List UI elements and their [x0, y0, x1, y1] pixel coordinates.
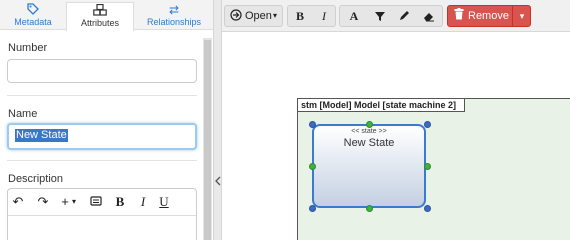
panel-scrollbar[interactable] [203, 38, 212, 240]
connect-handle[interactable] [366, 121, 373, 128]
resize-handle[interactable] [309, 121, 316, 128]
tab-metadata[interactable]: Metadata [2, 2, 64, 30]
diagram-toolbar: Open ▾ B I A Remove ▾ [222, 0, 570, 32]
description-editor[interactable]: ↶ ↷ + ▾ B I U [7, 188, 197, 240]
description-label: Description [8, 173, 64, 185]
eraser-icon[interactable] [417, 6, 441, 26]
name-label: Name [8, 108, 38, 120]
state-name: New State [343, 137, 395, 149]
panel-splitter[interactable] [213, 0, 222, 240]
resize-handle[interactable] [309, 205, 316, 212]
trash-icon [454, 8, 464, 24]
tab-label: Metadata [14, 17, 52, 27]
diagram-area: Open ▾ B I A Remove ▾ stm [Model] Model … [222, 0, 570, 240]
divider [7, 95, 197, 96]
name-field[interactable]: New State [7, 123, 197, 150]
diagram-title: stm [Model] Model [state machine 2] [297, 98, 466, 112]
redo-icon[interactable]: ↷ [35, 195, 51, 209]
tab-attributes[interactable]: Attributes [66, 2, 134, 31]
pencil-icon[interactable] [392, 6, 416, 26]
underline-button[interactable]: U [156, 195, 172, 209]
italic-icon[interactable]: I [312, 6, 336, 26]
open-button[interactable]: Open ▾ [224, 5, 283, 27]
resize-handle[interactable] [424, 205, 431, 212]
swap-icon: ⇄ [168, 3, 180, 17]
remove-label: Remove [468, 10, 509, 22]
insert-button[interactable]: + [60, 195, 70, 209]
italic-button[interactable]: I [135, 195, 151, 209]
bold-button[interactable]: B [112, 195, 128, 209]
bold-icon[interactable]: B [288, 6, 312, 26]
tab-relationships[interactable]: ⇄ Relationships [136, 2, 212, 30]
connect-handle[interactable] [309, 163, 316, 170]
formatting-group: A [339, 5, 443, 27]
editor-toolbar: ↶ ↷ + ▾ B I U [8, 189, 196, 216]
open-circle-arrow-icon [230, 6, 242, 26]
state-stereotype: << state >> [351, 128, 387, 135]
chevron-down-icon: ▾ [71, 197, 76, 206]
connect-handle[interactable] [424, 163, 431, 170]
fill-icon[interactable] [368, 6, 392, 26]
diagram-canvas[interactable]: stm [Model] Model [state machine 2] << s… [222, 33, 570, 240]
divider [7, 160, 197, 161]
tab-label: Attributes [80, 18, 120, 28]
state-machine-diagram[interactable]: stm [Model] Model [state machine 2] << s… [297, 98, 570, 240]
open-label: Open [245, 10, 272, 22]
cubes-icon [67, 3, 133, 18]
font-icon[interactable]: A [342, 6, 366, 26]
name-value: New State [15, 129, 68, 142]
resize-handle[interactable] [424, 121, 431, 128]
format-icon[interactable] [88, 195, 104, 210]
properties-panel: Metadata Attributes ⇄ Relationships Numb… [0, 0, 213, 240]
tag-icon [2, 3, 64, 17]
number-label: Number [8, 42, 48, 54]
remove-button[interactable]: Remove ▾ [447, 5, 531, 27]
state-node[interactable]: << state >> New State [312, 124, 426, 208]
tab-label: Relationships [146, 17, 202, 27]
scrollbar-thumb[interactable] [204, 40, 211, 240]
panel-tabs: Metadata Attributes ⇄ Relationships [0, 0, 213, 31]
text-style-group: B I [287, 5, 336, 27]
number-field[interactable] [7, 59, 197, 83]
collapse-arrow-icon[interactable] [215, 176, 221, 189]
remove-menu-toggle[interactable]: ▾ [512, 6, 531, 26]
undo-icon[interactable]: ↶ [10, 195, 26, 209]
chevron-down-icon: ▾ [273, 11, 278, 20]
connect-handle[interactable] [366, 205, 373, 212]
